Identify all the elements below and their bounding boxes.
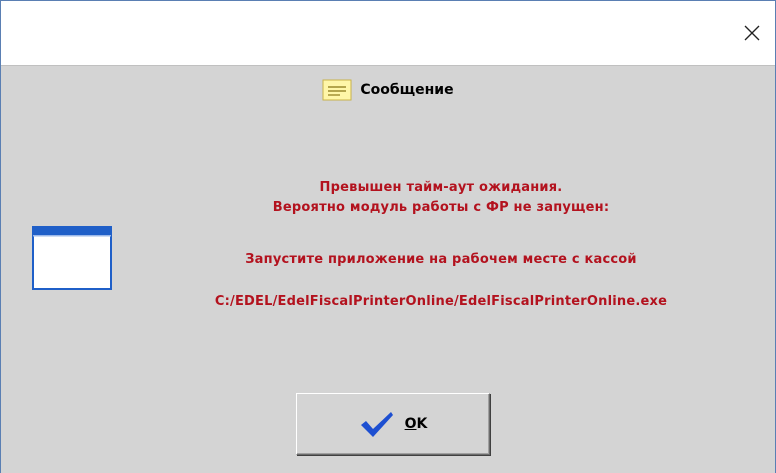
- close-button[interactable]: [729, 1, 775, 65]
- message-line-module: Вероятно модуль работы с ФР не запущен:: [272, 200, 610, 215]
- message-line-timeout: Превышен тайм-аут ожидания.: [319, 180, 563, 195]
- window-icon: [32, 226, 112, 290]
- message-line-instruction: Запустите приложение на рабочем месте с …: [245, 252, 637, 267]
- ok-button[interactable]: OK: [296, 393, 490, 455]
- ok-button-label: OK: [405, 416, 428, 432]
- dialog-caption-text: Сообщение: [360, 82, 454, 98]
- message-line-path: C:/EDEL/EdelFiscalPrinterOnline/EdelFisc…: [214, 294, 668, 309]
- title-bar: [1, 1, 775, 65]
- message-icon: [322, 79, 352, 101]
- dialog-caption: Сообщение: [1, 74, 775, 106]
- close-icon: [744, 25, 760, 41]
- checkmark-icon: [360, 412, 393, 437]
- dialog-body: Сообщение Превышен тайм-аут ожидания. Ве…: [1, 65, 775, 473]
- dialog-window: Сообщение Превышен тайм-аут ожидания. Ве…: [0, 0, 776, 473]
- ok-button-mnemonic: O: [404, 416, 417, 432]
- ok-button-label-rest: K: [416, 416, 428, 432]
